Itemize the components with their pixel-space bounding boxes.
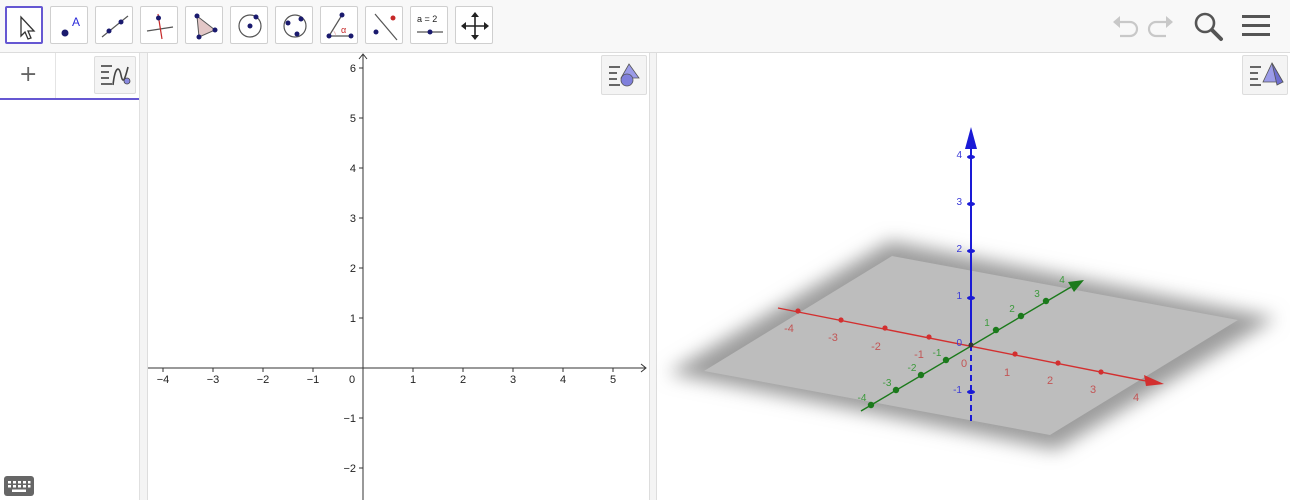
x-tick-label: −2 <box>257 374 270 386</box>
add-input-button[interactable]: + <box>0 53 56 98</box>
tool-point[interactable]: A <box>50 6 88 44</box>
y3d-tick-label: -2 <box>908 363 917 374</box>
tool-move[interactable] <box>5 6 43 44</box>
y-tick-label: 4 <box>350 163 356 175</box>
x-tick-label: −3 <box>207 374 220 386</box>
tool-perpendicular[interactable] <box>140 6 178 44</box>
x3d-tick-label: -2 <box>871 341 881 353</box>
slider-icon: a = 2 <box>417 14 443 35</box>
y3d-tick-label: 1 <box>984 318 990 329</box>
graphics-view[interactable]: −4 −3 −2 −1 1 2 3 4 5 0 6 5 4 3 2 1 −1 −… <box>148 53 649 500</box>
y3d-tick-label: -3 <box>883 378 892 389</box>
origin-label: 0 <box>349 374 355 386</box>
x-tick-label: 2 <box>460 374 466 386</box>
y-tick-label: −1 <box>343 413 356 425</box>
circle-center-point-icon <box>238 14 262 38</box>
y3d-tick-label: 2 <box>1009 304 1015 315</box>
y-tick-label: 6 <box>350 63 356 75</box>
graphics-3d-canvas[interactable]: -4 -3 -2 -1 1 2 3 4 0 -4 -3 -2 -1 1 2 3 … <box>656 53 1290 500</box>
tool-slider[interactable]: a = 2 <box>410 6 448 44</box>
graphics-style-icon <box>609 63 640 87</box>
y-tick-label: 2 <box>350 263 356 275</box>
3d-style-icon <box>1250 62 1284 86</box>
y-tick-marks <box>359 67 363 469</box>
z3d-tick-label: 2 <box>956 244 962 255</box>
line-through-points-icon <box>101 15 129 38</box>
graphics-3d-view[interactable]: -4 -3 -2 -1 1 2 3 4 0 -4 -3 -2 -1 1 2 3 … <box>656 53 1290 500</box>
graphics-canvas[interactable]: −4 −3 −2 −1 1 2 3 4 5 0 6 5 4 3 2 1 −1 −… <box>148 53 649 500</box>
x3d-tick-label: -4 <box>784 323 794 335</box>
menu-icon[interactable] <box>1240 10 1272 42</box>
z3d-origin-label: 0 <box>956 338 962 349</box>
tool-angle[interactable]: α <box>320 6 358 44</box>
angle-label: α <box>341 25 346 35</box>
z-axis-3d-arrow <box>965 127 977 149</box>
slider-label: a = 2 <box>417 14 437 24</box>
x3d-tick-label: -1 <box>914 349 924 361</box>
plus-icon: + <box>19 62 38 87</box>
graphics-style-button[interactable] <box>601 55 647 95</box>
3d-style-button[interactable] <box>1242 55 1288 95</box>
tool-move-graphics-view[interactable] <box>455 6 493 44</box>
z3d-tick-label: -1 <box>953 385 962 396</box>
algebra-view: + <box>0 53 140 500</box>
circle-three-points-icon <box>283 14 307 38</box>
z3d-tick-label: 4 <box>956 150 962 161</box>
cursor-arrow-icon <box>20 15 36 40</box>
tool-line[interactable] <box>95 6 133 44</box>
tool-polygon[interactable] <box>185 6 223 44</box>
y-tick-label: 3 <box>350 213 356 225</box>
x-tick-label: 5 <box>610 374 616 386</box>
z3d-tick-label: 1 <box>956 291 962 302</box>
keyboard-button[interactable] <box>4 476 34 496</box>
x-tick-marks <box>162 368 614 372</box>
x-tick-label: 4 <box>560 374 566 386</box>
y-tick-label: 1 <box>350 313 356 325</box>
x3d-tick-label: -3 <box>828 332 838 344</box>
origin-point-3d <box>968 342 974 348</box>
y-tick-label: −2 <box>343 463 356 475</box>
undo-icon[interactable] <box>1110 10 1140 42</box>
keyboard-icon <box>8 481 31 492</box>
algebra-style-icon <box>101 65 131 86</box>
y3d-tick-label: 4 <box>1059 275 1065 286</box>
z3d-tick-label: 3 <box>956 197 962 208</box>
x3d-tick-label: 3 <box>1090 384 1096 396</box>
x-tick-label: 1 <box>410 374 416 386</box>
x3d-tick-label: 1 <box>1004 367 1010 379</box>
splitter-algebra-graphics[interactable] <box>140 53 148 500</box>
x-tick-label: −1 <box>307 374 320 386</box>
reflect-about-line-icon <box>373 13 398 41</box>
polygon-icon <box>194 13 218 40</box>
move-graphics-view-icon <box>461 12 489 40</box>
algebra-style-button[interactable] <box>94 56 136 94</box>
toolbar: A α a = 2 <box>0 0 1290 53</box>
x3d-tick-label: 2 <box>1047 375 1053 387</box>
x3d-tick-label: 4 <box>1133 392 1139 404</box>
y3d-tick-label: 3 <box>1034 289 1040 300</box>
point-label: A <box>72 15 80 29</box>
y3d-tick-label: -1 <box>933 348 942 359</box>
x-tick-label: −4 <box>157 374 170 386</box>
y3d-tick-label: -4 <box>858 393 867 404</box>
x-tick-label: 3 <box>510 374 516 386</box>
point-icon: A <box>61 15 80 37</box>
redo-icon[interactable] <box>1146 10 1176 42</box>
tool-circle[interactable] <box>230 6 268 44</box>
x3d-origin-label: 0 <box>961 358 967 370</box>
angle-icon: α <box>326 12 354 39</box>
y-tick-label: 5 <box>350 113 356 125</box>
search-icon[interactable] <box>1192 10 1224 42</box>
perpendicular-line-icon <box>146 13 174 40</box>
tool-circle-three-points[interactable] <box>275 6 313 44</box>
tool-reflect[interactable] <box>365 6 403 44</box>
